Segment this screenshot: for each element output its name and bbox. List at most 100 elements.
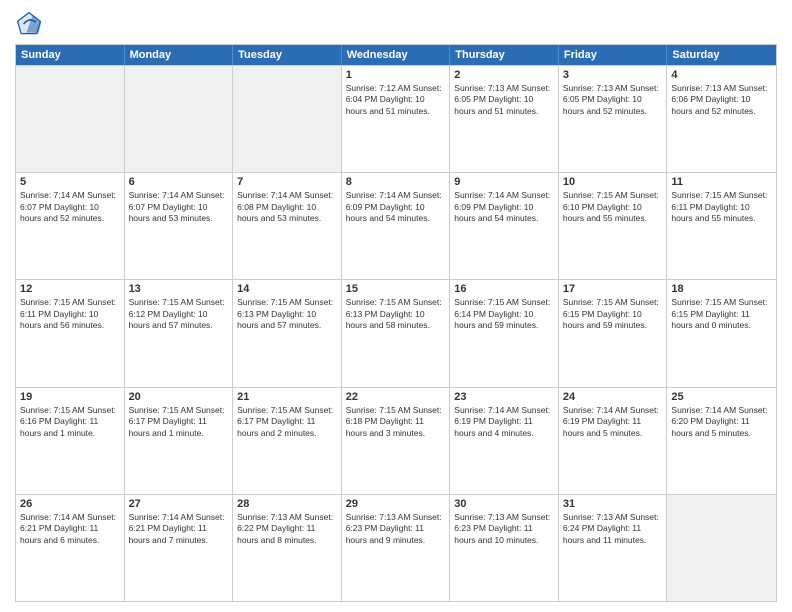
page: SundayMondayTuesdayWednesdayThursdayFrid… — [0, 0, 792, 612]
cal-cell: 12 Sunrise: 7:15 AM Sunset: 6:11 PM Dayli… — [16, 280, 125, 386]
cal-cell: 7 Sunrise: 7:14 AM Sunset: 6:08 PM Daylig… — [233, 173, 342, 279]
day-number: 9 — [454, 176, 554, 188]
logo — [15, 10, 47, 38]
cal-cell: 24Sunrise: 7:14 AM Sunset: 6:19 PM Dayli… — [559, 388, 668, 494]
header — [15, 10, 777, 38]
cal-cell: 19 Sunrise: 7:15 AM Sunset: 6:16 PM Dayli… — [16, 388, 125, 494]
cal-cell: 15Sunrise: 7:15 AM Sunset: 6:13 PM Dayli… — [342, 280, 451, 386]
cell-info: Sunrise: 7:15 AM Sunset: 6:17 PM Dayligh… — [237, 405, 337, 439]
cell-info: Sunrise: 7:15 AM Sunset: 6:18 PM Dayligh… — [346, 405, 446, 439]
cal-cell — [233, 66, 342, 172]
cal-cell: 1 Sunrise: 7:12 AM Sunset: 6:04 PM Daylig… — [342, 66, 451, 172]
cell-info: Sunrise: 7:13 AM Sunset: 6:05 PM Dayligh… — [454, 83, 554, 117]
cell-info: Sunrise: 7:14 AM Sunset: 6:08 PM Dayligh… — [237, 190, 337, 224]
cell-info: Sunrise: 7:14 AM Sunset: 6:09 PM Dayligh… — [454, 190, 554, 224]
day-number: 23 — [454, 391, 554, 403]
day-number: 16 — [454, 283, 554, 295]
calendar-header-row: SundayMondayTuesdayWednesdayThursdayFrid… — [16, 45, 776, 65]
cal-cell: 18 Sunrise: 7:15 AM Sunset: 6:15 PM Dayli… — [667, 280, 776, 386]
cal-cell: 10Sunrise: 7:15 AM Sunset: 6:10 PM Dayli… — [559, 173, 668, 279]
calendar: SundayMondayTuesdayWednesdayThursdayFrid… — [15, 44, 777, 602]
day-number: 27 — [129, 498, 229, 510]
cell-info: Sunrise: 7:14 AM Sunset: 6:21 PM Dayligh… — [20, 512, 120, 546]
cal-cell: 4 Sunrise: 7:13 AM Sunset: 6:06 PM Daylig… — [667, 66, 776, 172]
day-number: 8 — [346, 176, 446, 188]
day-number: 26 — [20, 498, 120, 510]
cell-info: Sunrise: 7:14 AM Sunset: 6:07 PM Dayligh… — [129, 190, 229, 224]
logo-icon — [15, 10, 43, 38]
cal-week-2: 5 Sunrise: 7:14 AM Sunset: 6:07 PM Daylig… — [16, 172, 776, 279]
cal-cell: 23 Sunrise: 7:14 AM Sunset: 6:19 PM Dayli… — [450, 388, 559, 494]
day-number: 25 — [671, 391, 772, 403]
cal-cell: 28 Sunrise: 7:13 AM Sunset: 6:22 PM Dayli… — [233, 495, 342, 601]
day-number: 4 — [671, 69, 772, 81]
day-number: 12 — [20, 283, 120, 295]
calendar-body: 1 Sunrise: 7:12 AM Sunset: 6:04 PM Daylig… — [16, 65, 776, 601]
cell-info: Sunrise: 7:15 AM Sunset: 6:13 PM Dayligh… — [237, 297, 337, 331]
cal-cell: 14Sunrise: 7:15 AM Sunset: 6:13 PM Dayli… — [233, 280, 342, 386]
cal-week-5: 26 Sunrise: 7:14 AM Sunset: 6:21 PM Dayli… — [16, 494, 776, 601]
cell-info: Sunrise: 7:15 AM Sunset: 6:11 PM Dayligh… — [671, 190, 772, 224]
cal-cell: 31 Sunrise: 7:13 AM Sunset: 6:24 PM Dayli… — [559, 495, 668, 601]
cell-info: Sunrise: 7:13 AM Sunset: 6:05 PM Dayligh… — [563, 83, 663, 117]
cal-cell: 13 Sunrise: 7:15 AM Sunset: 6:12 PM Dayli… — [125, 280, 234, 386]
cal-week-4: 19 Sunrise: 7:15 AM Sunset: 6:16 PM Dayli… — [16, 387, 776, 494]
cell-info: Sunrise: 7:13 AM Sunset: 6:24 PM Dayligh… — [563, 512, 663, 546]
cell-info: Sunrise: 7:14 AM Sunset: 6:07 PM Dayligh… — [20, 190, 120, 224]
cal-week-3: 12 Sunrise: 7:15 AM Sunset: 6:11 PM Dayli… — [16, 279, 776, 386]
cal-cell: 8 Sunrise: 7:14 AM Sunset: 6:09 PM Daylig… — [342, 173, 451, 279]
cell-info: Sunrise: 7:15 AM Sunset: 6:14 PM Dayligh… — [454, 297, 554, 331]
cal-cell: 21 Sunrise: 7:15 AM Sunset: 6:17 PM Dayli… — [233, 388, 342, 494]
cell-info: Sunrise: 7:13 AM Sunset: 6:06 PM Dayligh… — [671, 83, 772, 117]
day-number: 30 — [454, 498, 554, 510]
cell-info: Sunrise: 7:15 AM Sunset: 6:15 PM Dayligh… — [671, 297, 772, 331]
cell-info: Sunrise: 7:13 AM Sunset: 6:22 PM Dayligh… — [237, 512, 337, 546]
cal-cell: 2 Sunrise: 7:13 AM Sunset: 6:05 PM Daylig… — [450, 66, 559, 172]
cell-info: Sunrise: 7:14 AM Sunset: 6:19 PM Dayligh… — [454, 405, 554, 439]
cal-cell: 26 Sunrise: 7:14 AM Sunset: 6:21 PM Dayli… — [16, 495, 125, 601]
cell-info: Sunrise: 7:15 AM Sunset: 6:13 PM Dayligh… — [346, 297, 446, 331]
day-number: 29 — [346, 498, 446, 510]
cal-cell — [125, 66, 234, 172]
cell-info: Sunrise: 7:12 AM Sunset: 6:04 PM Dayligh… — [346, 83, 446, 117]
day-number: 5 — [20, 176, 120, 188]
cell-info: Sunrise: 7:15 AM Sunset: 6:15 PM Dayligh… — [563, 297, 663, 331]
cell-info: Sunrise: 7:13 AM Sunset: 6:23 PM Dayligh… — [454, 512, 554, 546]
day-number: 3 — [563, 69, 663, 81]
day-number: 7 — [237, 176, 337, 188]
cal-header-tuesday: Tuesday — [233, 45, 342, 65]
day-number: 21 — [237, 391, 337, 403]
day-number: 31 — [563, 498, 663, 510]
day-number: 10 — [563, 176, 663, 188]
cell-info: Sunrise: 7:15 AM Sunset: 6:16 PM Dayligh… — [20, 405, 120, 439]
cal-cell: 5 Sunrise: 7:14 AM Sunset: 6:07 PM Daylig… — [16, 173, 125, 279]
cell-info: Sunrise: 7:15 AM Sunset: 6:17 PM Dayligh… — [129, 405, 229, 439]
cal-cell: 16 Sunrise: 7:15 AM Sunset: 6:14 PM Dayli… — [450, 280, 559, 386]
day-number: 11 — [671, 176, 772, 188]
cell-info: Sunrise: 7:14 AM Sunset: 6:20 PM Dayligh… — [671, 405, 772, 439]
day-number: 13 — [129, 283, 229, 295]
cal-cell — [667, 495, 776, 601]
cell-info: Sunrise: 7:15 AM Sunset: 6:11 PM Dayligh… — [20, 297, 120, 331]
day-number: 28 — [237, 498, 337, 510]
cell-info: Sunrise: 7:14 AM Sunset: 6:09 PM Dayligh… — [346, 190, 446, 224]
cal-cell: 17Sunrise: 7:15 AM Sunset: 6:15 PM Dayli… — [559, 280, 668, 386]
cal-header-thursday: Thursday — [450, 45, 559, 65]
day-number: 18 — [671, 283, 772, 295]
cal-cell: 27 Sunrise: 7:14 AM Sunset: 6:21 PM Dayli… — [125, 495, 234, 601]
day-number: 20 — [129, 391, 229, 403]
cal-header-saturday: Saturday — [667, 45, 776, 65]
day-number: 6 — [129, 176, 229, 188]
day-number: 19 — [20, 391, 120, 403]
day-number: 2 — [454, 69, 554, 81]
cal-cell: 11 Sunrise: 7:15 AM Sunset: 6:11 PM Dayli… — [667, 173, 776, 279]
cell-info: Sunrise: 7:15 AM Sunset: 6:12 PM Dayligh… — [129, 297, 229, 331]
cal-cell: 25 Sunrise: 7:14 AM Sunset: 6:20 PM Dayli… — [667, 388, 776, 494]
cal-cell: 6 Sunrise: 7:14 AM Sunset: 6:07 PM Daylig… — [125, 173, 234, 279]
cell-info: Sunrise: 7:14 AM Sunset: 6:21 PM Dayligh… — [129, 512, 229, 546]
cal-cell: 22Sunrise: 7:15 AM Sunset: 6:18 PM Dayli… — [342, 388, 451, 494]
cell-info: Sunrise: 7:14 AM Sunset: 6:19 PM Dayligh… — [563, 405, 663, 439]
day-number: 1 — [346, 69, 446, 81]
cal-header-wednesday: Wednesday — [342, 45, 451, 65]
cell-info: Sunrise: 7:13 AM Sunset: 6:23 PM Dayligh… — [346, 512, 446, 546]
